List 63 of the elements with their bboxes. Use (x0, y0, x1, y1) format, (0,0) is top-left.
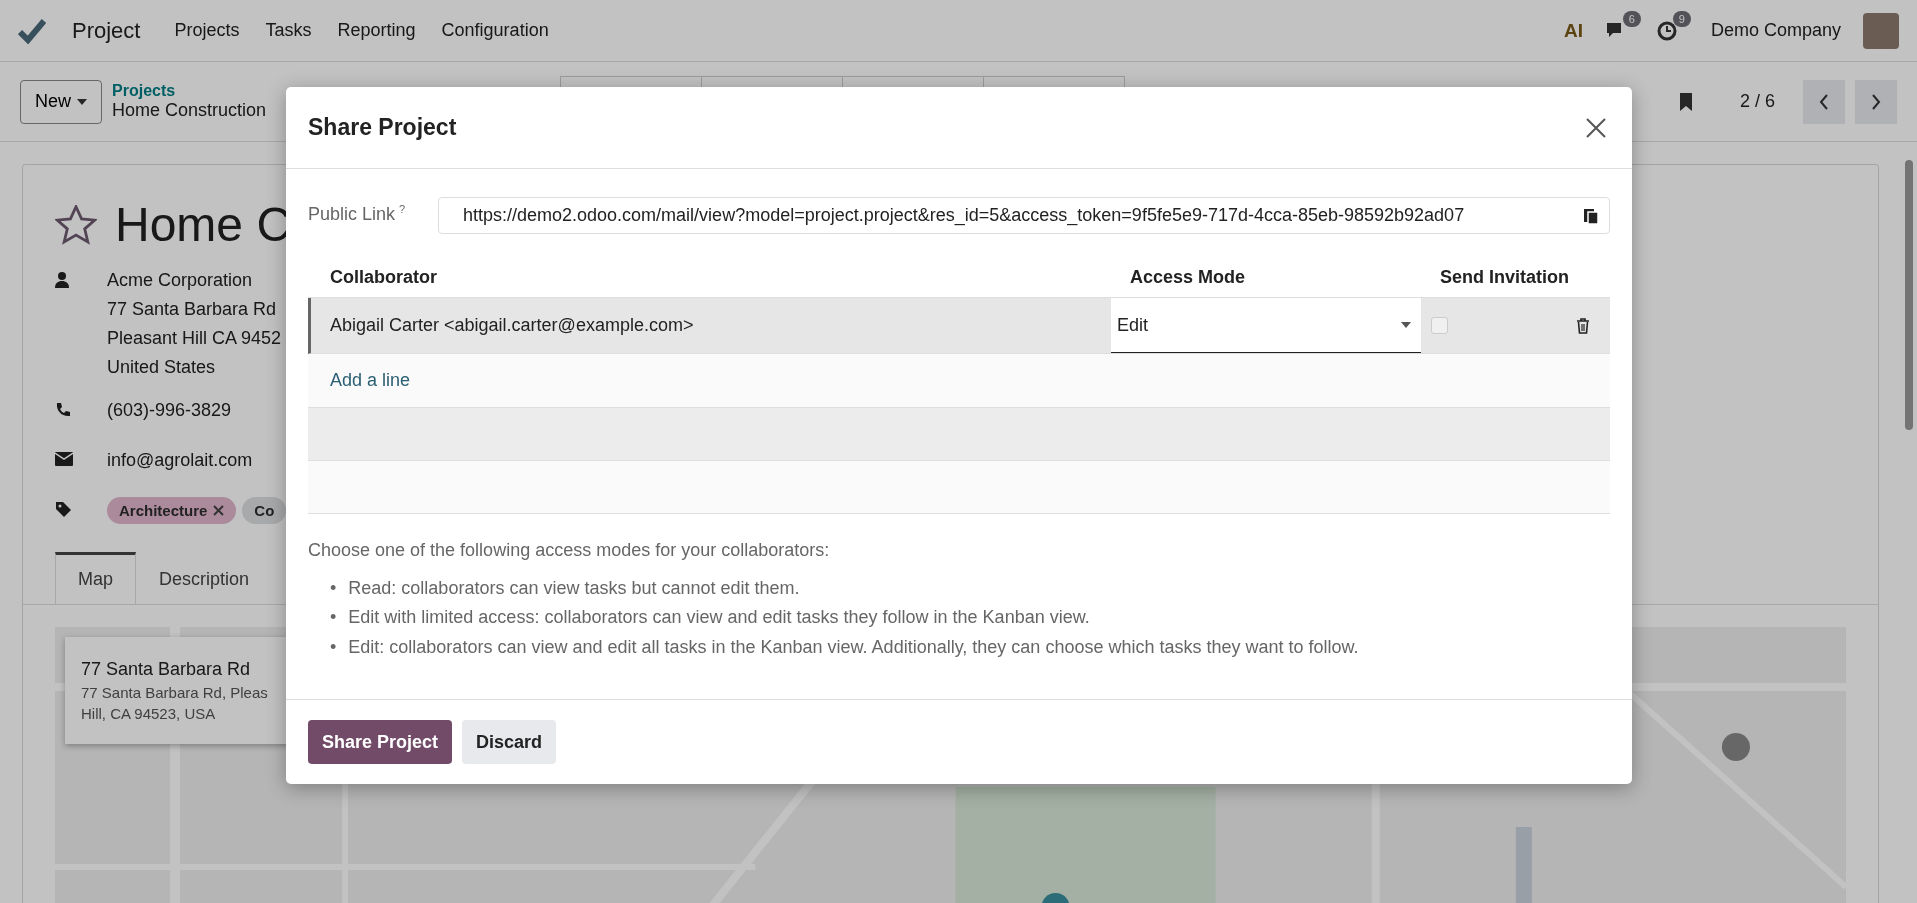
discard-button[interactable]: Discard (462, 720, 557, 765)
access-mode-description: Read: collaborators can view tasks but cannot edit them. (348, 577, 800, 600)
next-button[interactable] (1855, 79, 1897, 124)
star-icon[interactable] (55, 204, 97, 245)
invitation-checkbox[interactable] (1431, 317, 1448, 334)
trash-icon[interactable] (1576, 317, 1590, 334)
menu-item[interactable]: Configuration (441, 20, 549, 41)
pager-value[interactable]: 2 / 6 (1739, 91, 1775, 112)
email-address: info@agrolait.com (107, 450, 253, 471)
menu-item[interactable]: Tasks (265, 20, 312, 41)
new-button[interactable]: New (20, 79, 102, 124)
company-name[interactable]: Demo Company (1710, 20, 1841, 41)
breadcrumb-link[interactable]: Projects (112, 82, 267, 100)
phone-number: (603)-996-3829 (107, 400, 232, 422)
menu-item[interactable]: Reporting (337, 20, 416, 41)
person-icon (55, 272, 69, 288)
access-modes-intro: Choose one of the following access modes for your collaborators: (308, 540, 831, 561)
column-header: Collaborator (330, 267, 438, 288)
checkmark-logo-icon[interactable] (18, 17, 46, 44)
address-line: Acme Corporation (107, 270, 254, 291)
share-button[interactable]: Share Project (308, 720, 453, 765)
caret-icon (77, 98, 87, 105)
bullet-mark: • (330, 635, 337, 659)
tab[interactable]: Description (136, 552, 273, 604)
collaborator-cell-text: Abigail Carter <abigail.carter@example.com> (329, 315, 695, 336)
info-card-address: 77 Santa Barbara Rd, Pleas (81, 684, 269, 701)
bullet-mark: • (330, 606, 337, 630)
info-card-title: 77 Santa Barbara Rd (81, 659, 252, 680)
caret-icon (1401, 322, 1411, 328)
user-avatar[interactable] (1863, 12, 1899, 49)
dialog-title: Share Project (308, 114, 457, 141)
access-mode-description: Edit: collaborators can view and edit all tasks in the Kanban view. Additionally, they can choose which tasks they want to follow. (348, 635, 1359, 659)
ai-button[interactable]: AI (1563, 19, 1583, 42)
public-link-label: Public Link $^{?}$ (308, 202, 407, 225)
copy-icon[interactable] (1583, 206, 1599, 225)
remove-icon[interactable] (213, 505, 225, 516)
info-card-address: Hill, CA 94523, USA (81, 705, 217, 722)
app-name[interactable]: Project (72, 17, 141, 44)
public-link-field[interactable]: https://demo2.odoo.com/mail/view?model=project.project&res_id=5&access_token=9f5fe5e9-717d-4cca-85eb-98592b92ad07 (438, 197, 1610, 234)
chevron-left-icon (1819, 93, 1829, 110)
tag: Architecture (107, 497, 237, 524)
tag: Co (242, 497, 287, 524)
envelope-icon (55, 452, 73, 466)
access-mode-select[interactable]: Edit (1111, 298, 1421, 353)
clock-icon[interactable] (1656, 20, 1677, 41)
address-line: United States (107, 357, 217, 378)
menu-item[interactable]: Projects (174, 20, 240, 41)
tab[interactable]: Map (55, 552, 136, 604)
message-count: 6 (1622, 10, 1641, 27)
chevron-right-icon (1871, 93, 1881, 110)
scrollbar[interactable] (1905, 160, 1913, 430)
phone-icon (55, 402, 71, 418)
address-line: Pleasant Hill CA 9452 (107, 328, 282, 349)
activity-count: 9 (1672, 10, 1691, 27)
bullet-mark: • (330, 577, 337, 600)
add-line-link[interactable]: Add a line (330, 370, 411, 391)
tag-icon (55, 501, 72, 518)
address-line: 77 Santa Barbara Rd (107, 299, 278, 320)
access-mode-description: Edit with limited access: collaborators can view and edit tasks they follow in the Kanban view. (348, 606, 1090, 630)
column-header: Send Invitation (1440, 267, 1570, 288)
breadcrumb-current: Home Construction (112, 100, 267, 121)
column-header: Access Mode (1130, 267, 1247, 288)
previous-button[interactable] (1803, 79, 1845, 124)
